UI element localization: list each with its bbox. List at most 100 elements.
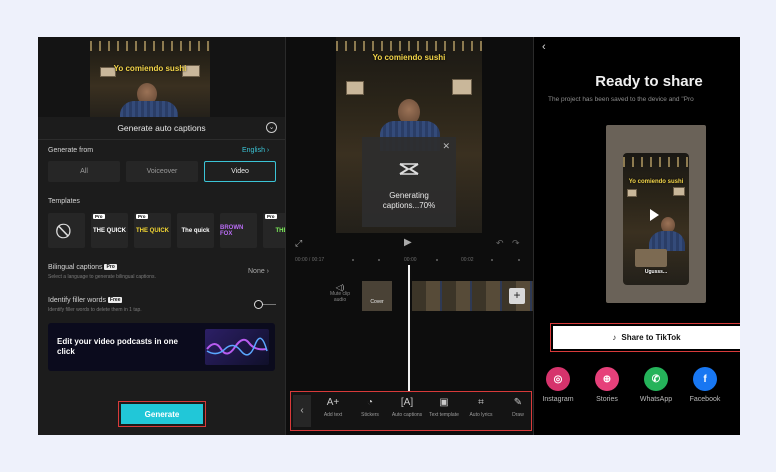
share-stories[interactable]: ⊕ Stories [583, 367, 631, 403]
stories-icon: ⊕ [595, 367, 619, 391]
template-item[interactable]: THE QUICK Pro [91, 213, 128, 248]
tool-auto-captions[interactable]: [A] Auto captions [387, 396, 427, 418]
redo-icon[interactable]: ↷ [512, 238, 520, 249]
share-whatsapp[interactable]: ✆ WhatsApp [632, 367, 680, 403]
play-icon[interactable] [650, 209, 659, 221]
bilingual-captions-sub: Select a language to generate bilingual … [48, 274, 156, 280]
app-label: WhatsApp [639, 396, 673, 403]
tool-auto-lyrics[interactable]: ⌗ Auto lyrics [461, 396, 501, 418]
share-preview-card[interactable]: Yo comiendo sushi Ugusss... [606, 125, 706, 303]
tool-add-text[interactable]: A+ Add text [313, 396, 353, 418]
playhead[interactable] [408, 265, 410, 395]
capcut-logo-icon [398, 161, 420, 182]
play-icon[interactable]: ▶ [404, 237, 412, 248]
add-clip-button[interactable]: + [509, 288, 525, 304]
filler-words-label: Identify filler words Free [48, 297, 123, 304]
generate-button-highlight: Generate [118, 401, 206, 427]
podcast-promo-banner[interactable]: Edit your video podcasts in one click [48, 323, 275, 371]
tick-label: 00:00 [404, 257, 417, 263]
pro-badge: Pro [265, 214, 277, 219]
filler-words-toggle[interactable] [254, 300, 276, 309]
template-none[interactable]: ⃠ [48, 213, 85, 248]
tool-label: Text template [429, 412, 459, 418]
undo-icon[interactable]: ↶ [496, 238, 504, 249]
fullscreen-icon[interactable]: ⤢ [295, 238, 302, 249]
sheet-title: Generate auto captions [117, 123, 206, 133]
template-label: THE [275, 227, 286, 234]
toolbar-back-icon[interactable]: ‹ [293, 395, 311, 427]
collapse-chevron-icon[interactable]: ⌄ [266, 122, 277, 133]
bilingual-captions-label: Bilingual captions Pro [48, 264, 117, 271]
template-item[interactable]: THE Pro [263, 213, 285, 248]
generating-text: Generating captions...70% [382, 191, 436, 210]
tool-label: Auto captions [391, 412, 423, 418]
tool-label: Auto lyrics [469, 412, 493, 418]
template-label: THE QUICK [93, 227, 126, 234]
template-item[interactable]: BROWN FOX [220, 213, 257, 248]
screenshot-frame: Yo comiendo sushi Generate auto captions… [38, 37, 740, 435]
tool-label: Add text [323, 412, 343, 418]
editor-panel: Yo comiendo sushi ✕ Generating captions.… [286, 37, 533, 435]
tick-label: 00:02 [461, 257, 474, 263]
tool-label: Draw [512, 412, 524, 418]
text-template-icon: ▣ [439, 397, 449, 408]
back-icon[interactable]: ‹ [542, 41, 546, 53]
mute-clip-audio-button[interactable]: ◁) Mute clip audio [330, 284, 350, 304]
tool-text-template[interactable]: ▣ Text template [424, 396, 464, 418]
generate-button[interactable]: Generate [121, 404, 203, 424]
source-option-all[interactable]: All [48, 161, 120, 182]
share-instagram[interactable]: ◎ Instagram [534, 367, 582, 403]
phone-preview: Yo comiendo sushi Ugusss... [623, 153, 689, 285]
share-tiktok-highlight: ♪ Share to TikTok [550, 323, 740, 352]
close-icon[interactable]: ✕ [442, 141, 450, 152]
app-label: Instagram [542, 396, 574, 403]
tiktok-icon: ♪ [612, 333, 617, 342]
template-item[interactable]: THE QUICK Pro [134, 213, 171, 248]
share-panel: ‹ Ready to share The project has been sa… [534, 37, 740, 435]
pro-badge: Pro [136, 214, 148, 219]
share-title: Ready to share [595, 73, 703, 90]
tool-label: Stickers [361, 412, 379, 418]
draw-icon: ✎ [513, 397, 523, 408]
template-label: The quick [181, 227, 210, 234]
template-label: BROWN FOX [220, 224, 244, 237]
share-facebook[interactable]: f Facebook [681, 367, 729, 403]
captions-panel: Yo comiendo sushi Generate auto captions… [38, 37, 285, 435]
source-option-voiceover[interactable]: Voiceover [126, 161, 198, 182]
preview-caption-bottom: Ugusss... [644, 269, 668, 275]
add-text-icon: A+ [326, 397, 340, 408]
templates-label: Templates [48, 198, 80, 205]
template-item[interactable]: The quick [177, 213, 214, 248]
source-option-video[interactable]: Video [204, 161, 276, 182]
stickers-icon: ◔ [366, 397, 374, 408]
video-preview: Yo comiendo sushi [90, 37, 210, 119]
auto-lyrics-icon: ⌗ [478, 397, 484, 408]
cover-label: Cover [370, 299, 384, 305]
share-to-tiktok-button[interactable]: ♪ Share to TikTok [553, 326, 740, 349]
tool-stickers[interactable]: ◔ Stickers [350, 396, 390, 418]
preview-caption: Yo comiendo sushi [628, 179, 684, 185]
timecode: 00:00 / 00:17 [295, 257, 325, 263]
saved-subtitle: The project has been saved to the device… [548, 96, 694, 103]
filler-words-sub: Identify filler words to delete them in … [48, 307, 142, 313]
bottom-toolbar: ‹ A+ Add text ◔ Stickers [A] Auto captions ▣ Te… [290, 391, 532, 431]
generating-dialog: ✕ Generating captions...70% [362, 137, 456, 227]
video-caption: Yo comiendo sushi [113, 64, 187, 73]
bilingual-select[interactable]: None › [248, 268, 269, 275]
facebook-icon: f [693, 367, 717, 391]
template-label: THE QUICK [136, 227, 169, 234]
language-select[interactable]: English › [242, 147, 269, 154]
generate-from-label: Generate from [48, 147, 94, 154]
tool-draw[interactable]: ✎ Draw [498, 396, 533, 418]
cover-button[interactable]: Cover [362, 281, 392, 311]
promo-text: Edit your video podcasts in one click [57, 337, 178, 356]
app-label: Facebook [689, 396, 721, 403]
instagram-icon: ◎ [546, 367, 570, 391]
auto-captions-icon: [A] [400, 397, 414, 408]
app-label: Stories [596, 396, 618, 403]
free-badge: Free [107, 297, 123, 304]
whatsapp-icon: ✆ [644, 367, 668, 391]
pro-badge: Pro [93, 214, 105, 219]
pro-badge: Pro [104, 264, 117, 271]
waveform-art [205, 329, 269, 365]
